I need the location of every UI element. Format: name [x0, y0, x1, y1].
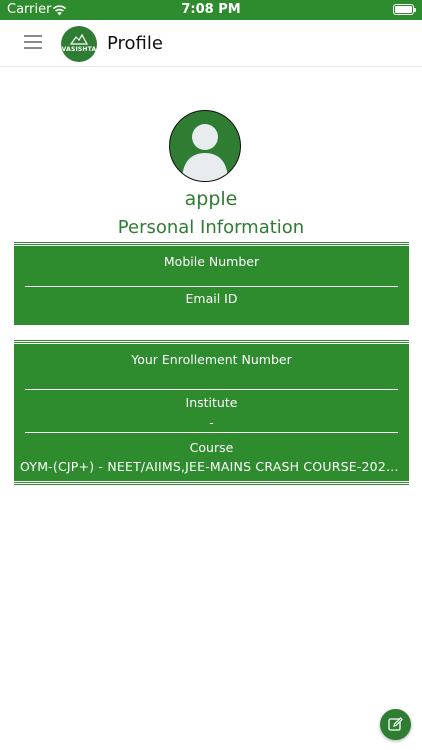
course-value: OYM-(CJP+) - NEET/AIIMS,JEE-MAINS CRASH … — [20, 459, 403, 474]
navigation-bar: VASISHTA Profile — [0, 20, 422, 67]
user-silhouette-icon — [182, 124, 228, 181]
edit-profile-button[interactable] — [380, 709, 411, 740]
divider — [25, 389, 398, 390]
app-logo: VASISHTA — [61, 26, 97, 62]
institute-label: Institute — [185, 395, 238, 410]
personal-info-card: Mobile Number Email ID — [14, 243, 409, 325]
hamburger-menu-icon[interactable] — [24, 34, 42, 50]
academic-info-card: Your Enrollement Number Institute - Cour… — [14, 341, 409, 484]
enrollment-number-label: Your Enrollement Number — [131, 352, 292, 367]
username: apple — [184, 188, 238, 210]
clock-time: 7:08 PM — [181, 2, 241, 17]
mobile-number-label: Mobile Number — [163, 254, 260, 269]
personal-information-heading: Personal Information — [117, 217, 305, 238]
course-label: Course — [189, 440, 234, 455]
institute-value: - — [209, 415, 214, 430]
edit-icon — [388, 717, 403, 731]
battery-icon — [393, 4, 416, 15]
divider — [25, 432, 398, 433]
avatar — [169, 110, 241, 182]
mountain-icon — [70, 33, 88, 45]
divider — [25, 286, 398, 287]
status-bar: Carrier 7:08 PM — [0, 0, 422, 20]
page-title: Profile — [107, 33, 163, 54]
logo-text: VASISHTA — [61, 46, 97, 53]
email-id-label: Email ID — [185, 291, 238, 306]
